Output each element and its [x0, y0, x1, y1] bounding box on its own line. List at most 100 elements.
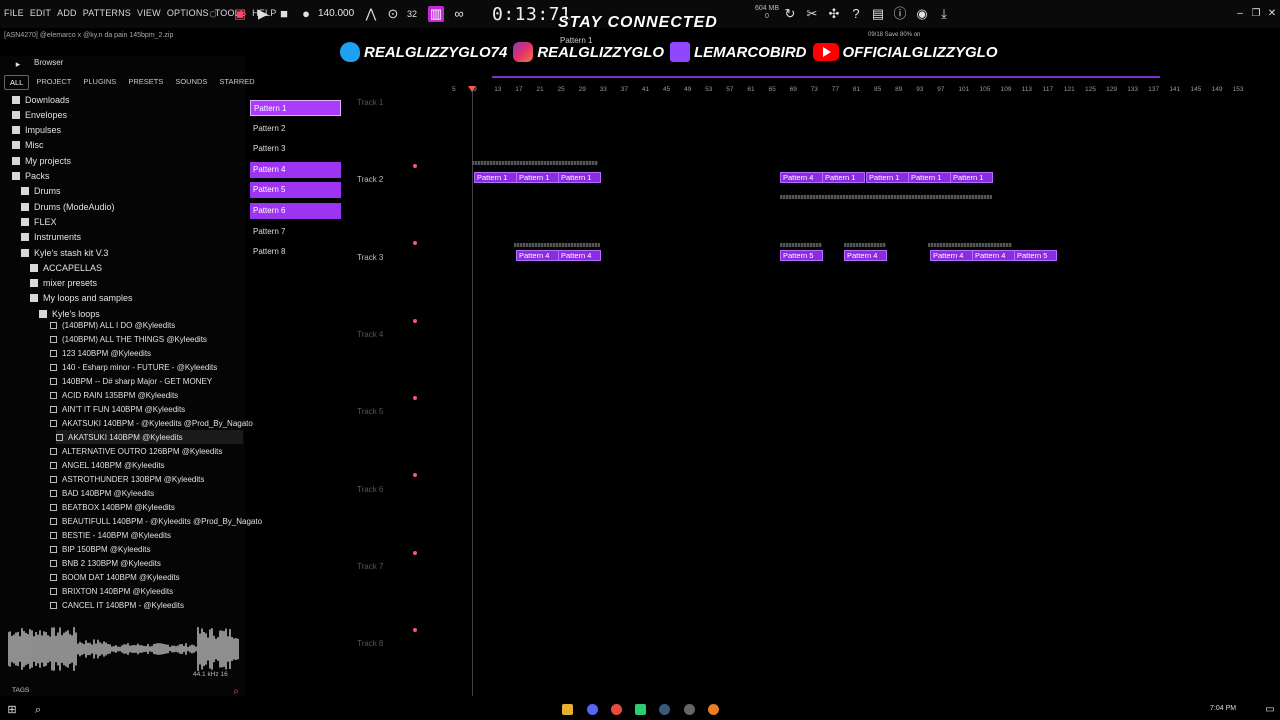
steps-icon[interactable]: 32	[404, 6, 420, 22]
loop-record-icon[interactable]: ∞	[451, 6, 467, 22]
notification-icon[interactable]: ▭	[1262, 702, 1278, 718]
browser-folder[interactable]: Downloads	[12, 92, 70, 107]
pattern-item[interactable]: Pattern 5	[250, 182, 341, 199]
obs-icon[interactable]	[684, 704, 695, 715]
browser-folder[interactable]: Impulses	[12, 123, 61, 138]
tempo-display[interactable]: 140.000	[318, 8, 354, 19]
pattern-item[interactable]: Pattern 6	[250, 203, 341, 219]
info-icon[interactable]: ⓘ	[892, 6, 908, 22]
browser-folder[interactable]: Instruments	[21, 230, 81, 245]
browser-tab-starred[interactable]: STARRED	[214, 75, 259, 90]
playlist-clip[interactable]: Pattern 4	[558, 250, 601, 261]
track-label[interactable]: Track 7	[357, 562, 383, 571]
browser-folder[interactable]: Packs	[12, 169, 50, 184]
browser-file[interactable]: 123 140BPM @Kyleedits	[50, 346, 243, 360]
playlist-clip[interactable]: Pattern 4	[930, 250, 973, 261]
track-label[interactable]: Track 2	[357, 175, 383, 184]
browser-tab-project[interactable]: PROJECT	[31, 75, 76, 90]
browser-file[interactable]: ALTERNATIVE OUTRO 126BPM @Kyleedits	[50, 444, 243, 458]
timeline-ruler[interactable]: 5 9 13 17 21 25 29 33 37 41 45 49 53 57 61 65 69 73 77 81 85…	[424, 86, 1280, 96]
minimize-window-icon[interactable]: –	[1232, 6, 1248, 22]
chrome-icon[interactable]	[611, 704, 622, 715]
fl-studio-icon[interactable]	[708, 704, 719, 715]
browser-file[interactable]: AIN'T IT FUN 140BPM @Kyleedits	[50, 402, 243, 416]
wait-input-icon[interactable]: ⊙	[385, 6, 401, 22]
playlist-clip[interactable]: Pattern 1	[822, 172, 865, 183]
account-icon[interactable]: ◉	[914, 6, 930, 22]
metronome-icon[interactable]: ⋀	[363, 6, 379, 22]
menu-item-options[interactable]: OPTIONS	[167, 8, 209, 18]
close-window-icon[interactable]: ✕	[1264, 6, 1280, 22]
browser-file[interactable]: BEATBOX 140BPM @Kyleedits	[50, 500, 243, 514]
pattern-item[interactable]: Pattern 7	[250, 224, 341, 240]
track-label[interactable]: Track 5	[357, 407, 383, 416]
browser-file[interactable]: BRIXTON 140BPM @Kyleedits	[50, 584, 243, 598]
browser-file[interactable]: BEAUTIFULL 140BPM - @Kyleedits @Prod_By_…	[50, 514, 262, 528]
cut-icon[interactable]: ✂	[804, 6, 820, 22]
playlist-scrollbar[interactable]	[492, 76, 1160, 78]
browser-file[interactable]: AKATSUKI 140BPM - @Kyleedits @Prod_By_Na…	[50, 416, 253, 430]
song-mode-icon[interactable]: ▣	[232, 6, 248, 22]
browser-folder[interactable]: Drums (ModeAudio)	[21, 199, 115, 214]
browser-file[interactable]: 140BPM -- D# sharp Major - GET MONEY	[50, 374, 243, 388]
browser-file[interactable]: CANCEL IT 140BPM - @Kyleedits	[50, 598, 243, 612]
playlist-clip[interactable]: Pattern 1	[474, 172, 517, 183]
file-explorer-icon[interactable]	[562, 704, 573, 715]
record-icon[interactable]: ●	[298, 6, 314, 22]
typing-keyboard-icon[interactable]: ▥	[428, 6, 444, 22]
browser-file[interactable]: ASTROTHUNDER 130BPM @Kyleedits	[50, 472, 243, 486]
tags-label[interactable]: TAGS	[12, 687, 29, 694]
browser-folder[interactable]: ACCAPELLAS	[30, 260, 102, 275]
browser-file[interactable]: BAD 140BPM @Kyleedits	[50, 486, 243, 500]
browser-file[interactable]: ACID RAIN 135BPM @Kyleedits	[50, 388, 243, 402]
browser-folder[interactable]: Envelopes	[12, 107, 67, 122]
browser-folder[interactable]: mixer presets	[30, 276, 97, 291]
browser-folder[interactable]: Kyle's stash kit V.3	[21, 245, 108, 260]
browser-tab-presets[interactable]: PRESETS	[123, 75, 168, 90]
menu-item-patterns[interactable]: PATTERNS	[83, 8, 131, 18]
play-icon[interactable]: ▶	[255, 6, 271, 22]
playlist-clip[interactable]: Pattern 4	[516, 250, 559, 261]
tools-icon[interactable]: ✣	[826, 6, 842, 22]
browser-file[interactable]: ANGEL 140BPM @Kyleedits	[50, 458, 243, 472]
pattern-item[interactable]: Pattern 8	[250, 244, 341, 260]
browser-file[interactable]: BIP 150BPM @Kyleedits	[50, 542, 243, 556]
playlist-clip[interactable]: Pattern 4	[844, 250, 887, 261]
browser-menu-icon[interactable]: ▸	[10, 56, 26, 72]
playlist-clip[interactable]: Pattern 1	[558, 172, 601, 183]
browser-folder[interactable]: Drums	[21, 184, 61, 199]
app-icon[interactable]	[635, 704, 646, 715]
browser-file[interactable]: BESTIE - 140BPM @Kyleedits	[50, 528, 243, 542]
browser-tab-sounds[interactable]: SOUNDS	[170, 75, 212, 90]
help-icon[interactable]: ?	[848, 6, 864, 22]
playlist-clip[interactable]: Pattern 1	[866, 172, 909, 183]
track-label[interactable]: Track 4	[357, 330, 383, 339]
track-label[interactable]: Track 8	[357, 639, 383, 648]
pattern-item[interactable]: Pattern 3	[250, 141, 341, 157]
playlist-clip[interactable]: Pattern 1	[950, 172, 993, 183]
refresh-icon[interactable]: ↻	[782, 6, 798, 22]
browser-file[interactable]: 140 - Esharp minor - FUTURE - @Kyleedits	[50, 360, 243, 374]
browser-folder[interactable]: Misc	[12, 138, 44, 153]
search-icon[interactable]: ⌕	[228, 684, 244, 700]
menu-item-file[interactable]: FILE	[4, 8, 24, 18]
track-label[interactable]: Track 3	[357, 253, 383, 262]
menu-item-view[interactable]: VIEW	[137, 8, 161, 18]
save-icon[interactable]: ▤	[870, 6, 886, 22]
playlist-clip[interactable]: Pattern 4	[972, 250, 1015, 261]
browser-folder[interactable]: FLEX	[21, 214, 57, 229]
maximize-window-icon[interactable]: ❐	[1248, 6, 1264, 22]
pattern-item[interactable]: Pattern 1	[250, 100, 341, 116]
start-icon[interactable]: ⊞	[4, 702, 20, 718]
browser-file[interactable]: BNB 2 130BPM @Kyleedits	[50, 556, 243, 570]
sample-waveform-preview[interactable]	[8, 626, 240, 672]
playlist-clip[interactable]: Pattern 5	[780, 250, 823, 261]
menu-item-edit[interactable]: EDIT	[30, 8, 51, 18]
browser-file[interactable]: BOOM DAT 140BPM @Kyleedits	[50, 570, 243, 584]
track-label[interactable]: Track 6	[357, 485, 383, 494]
browser-file[interactable]: (140BPM) ALL THE THINGS @Kyleedits	[50, 332, 243, 346]
playlist-clip[interactable]: Pattern 1	[908, 172, 951, 183]
playhead-marker[interactable]	[468, 86, 476, 92]
stop-icon[interactable]: ■	[276, 6, 292, 22]
record-mode-icon[interactable]: ◌	[205, 6, 221, 22]
